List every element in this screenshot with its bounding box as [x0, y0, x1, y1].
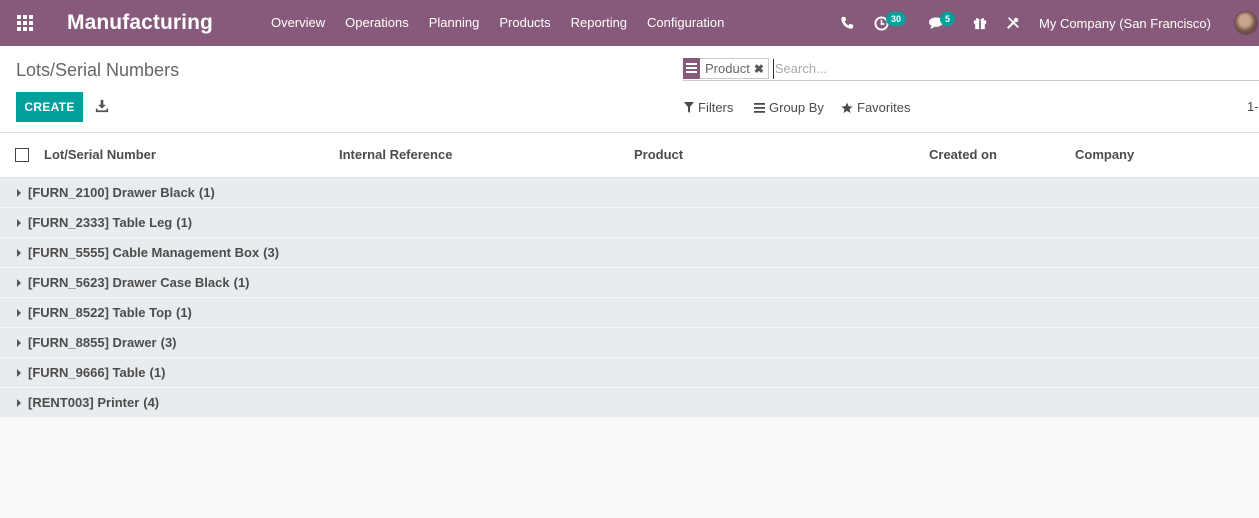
group-count: (1): [233, 275, 250, 290]
top-navbar: Manufacturing Overview Operations Planni…: [0, 0, 1259, 46]
app-title[interactable]: Manufacturing: [67, 11, 213, 35]
phone-icon: [841, 16, 854, 29]
search-facet: Product ✖: [683, 57, 769, 79]
group-count: (1): [149, 365, 166, 380]
group-count: (1): [175, 305, 192, 320]
debug-tools-button[interactable]: [1006, 0, 1020, 46]
star-icon: [841, 102, 853, 113]
group-row[interactable]: [FURN_5623] Drawer Case Black (1): [0, 268, 1259, 298]
group-label: [FURN_2333] Table Leg: [28, 215, 173, 230]
column-header-created-on[interactable]: Created on: [929, 147, 997, 162]
group-count: (1): [176, 215, 193, 230]
caret-right-icon: [17, 308, 21, 317]
group-count: (3): [160, 335, 177, 350]
group-row[interactable]: [FURN_2100] Drawer Black (1): [0, 178, 1259, 208]
search-input[interactable]: [772, 58, 1243, 79]
caret-right-icon: [17, 338, 21, 347]
phone-button[interactable]: [840, 0, 854, 46]
group-label: [FURN_8855] Drawer: [28, 335, 157, 350]
facet-remove-icon[interactable]: ✖: [754, 62, 768, 76]
group-count: (3): [263, 245, 280, 260]
caret-right-icon: [17, 368, 21, 377]
group-list: [FURN_2100] Drawer Black (1) [FURN_2333]…: [0, 178, 1259, 418]
caret-right-icon: [17, 248, 21, 257]
export-button[interactable]: [95, 99, 109, 115]
list-icon: [754, 102, 765, 113]
caret-right-icon: [17, 218, 21, 227]
group-by-dropdown[interactable]: Group By: [754, 100, 824, 115]
control-panel: Lots/Serial Numbers CREATE Product ✖ Sea…: [0, 46, 1259, 133]
filters-dropdown[interactable]: Filters: [684, 100, 733, 115]
company-switcher[interactable]: My Company (San Francisco): [1039, 0, 1211, 46]
menu-item-products[interactable]: Products: [489, 0, 560, 46]
breadcrumb: Lots/Serial Numbers: [16, 60, 180, 80]
gift-button[interactable]: [973, 0, 987, 46]
apps-menu-button[interactable]: [0, 0, 50, 46]
group-label: [RENT003] Printer: [28, 395, 140, 410]
group-label: [FURN_5555] Cable Management Box: [28, 245, 260, 260]
download-icon: [95, 99, 109, 113]
group-label: [FURN_9666] Table: [28, 365, 146, 380]
column-header-internal-reference[interactable]: Internal Reference: [339, 147, 452, 162]
menu-item-reporting[interactable]: Reporting: [561, 0, 637, 46]
menu-item-operations[interactable]: Operations: [335, 0, 419, 46]
group-row[interactable]: [FURN_8855] Drawer (3): [0, 328, 1259, 358]
apps-icon: [17, 15, 33, 31]
group-count: (4): [143, 395, 160, 410]
column-header-company[interactable]: Company: [1075, 147, 1134, 162]
select-all-checkbox[interactable]: [15, 148, 29, 162]
group-row[interactable]: [FURN_5555] Cable Management Box (3): [0, 238, 1259, 268]
activity-count-badge: 30: [886, 12, 907, 26]
filters-label: Filters: [698, 100, 734, 115]
group-label: [FURN_8522] Table Top: [28, 305, 172, 320]
group-row[interactable]: [FURN_2333] Table Leg (1): [0, 208, 1259, 238]
caret-right-icon: [17, 398, 21, 407]
user-avatar[interactable]: [1234, 11, 1258, 35]
column-header-lot-serial-number[interactable]: Lot/Serial Number: [44, 147, 156, 162]
company-name: My Company (San Francisco): [1039, 15, 1211, 31]
favorites-label: Favorites: [857, 100, 911, 115]
group-by-label: Group By: [769, 100, 824, 115]
column-header-product[interactable]: Product: [634, 147, 683, 162]
favorites-dropdown[interactable]: Favorites: [841, 100, 910, 115]
facet-label: Product: [705, 61, 750, 76]
facet-groupby-icon: [683, 57, 700, 79]
caret-right-icon: [17, 188, 21, 197]
main-menu: Overview Operations Planning Products Re…: [261, 0, 734, 46]
menu-item-configuration[interactable]: Configuration: [637, 0, 734, 46]
group-count: (1): [198, 185, 215, 200]
menu-item-overview[interactable]: Overview: [261, 0, 335, 46]
group-row[interactable]: [FURN_9666] Table (1): [0, 358, 1259, 388]
gift-icon: [973, 18, 987, 30]
menu-item-planning[interactable]: Planning: [419, 0, 490, 46]
group-label: [FURN_5623] Drawer Case Black: [28, 275, 230, 290]
pager-value[interactable]: 1-: [1247, 99, 1259, 114]
list-header: Lot/Serial Number Internal Reference Pro…: [0, 133, 1259, 178]
tools-icon: [1007, 17, 1019, 29]
messages-count-badge: 5: [940, 12, 956, 26]
search-bar: Product ✖: [683, 57, 1259, 81]
group-row[interactable]: [RENT003] Printer (4): [0, 388, 1259, 418]
create-button[interactable]: CREATE: [16, 92, 83, 122]
filter-icon: [684, 102, 694, 113]
group-row[interactable]: [FURN_8522] Table Top (1): [0, 298, 1259, 328]
caret-right-icon: [17, 278, 21, 287]
group-label: [FURN_2100] Drawer Black: [28, 185, 195, 200]
